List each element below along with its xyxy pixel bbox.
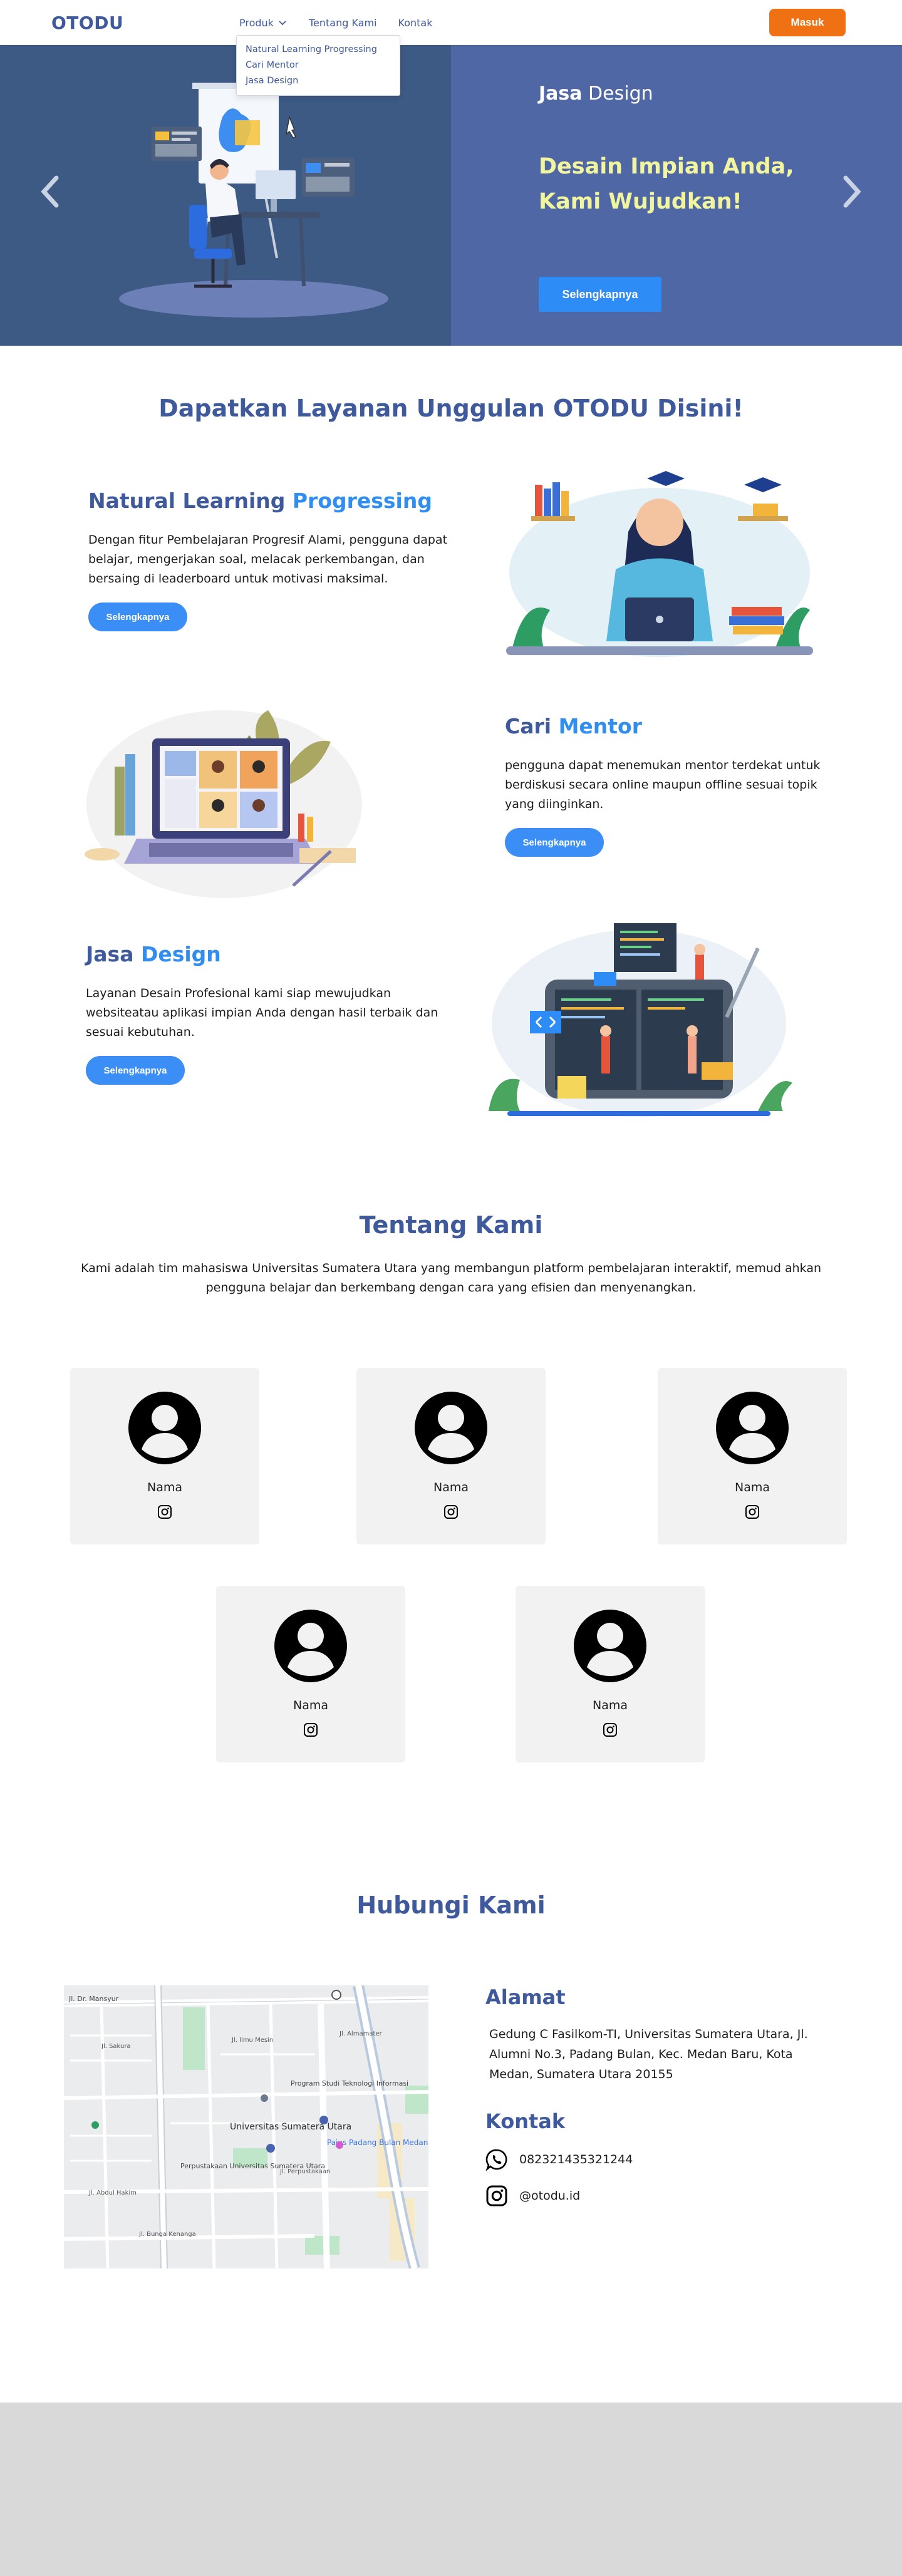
- arrow-left-icon[interactable]: [38, 173, 63, 210]
- avatar-icon: [274, 1610, 347, 1682]
- hero-tag-rest: Design: [582, 83, 653, 105]
- service-nlp-text: Natural Learning Progressing Dengan fitu…: [88, 489, 464, 631]
- hero-tag: Jasa Design: [539, 83, 653, 105]
- team-name: Nama: [293, 1699, 328, 1712]
- hero-text-panel: Jasa Design Desain Impian Anda, Kami Wuj…: [451, 45, 902, 346]
- avatar-icon: [716, 1392, 789, 1464]
- contact-heading: Kontak: [485, 2109, 566, 2133]
- phone-row[interactable]: 082321435321244: [485, 2148, 836, 2171]
- arrow-right-icon[interactable]: [839, 173, 864, 210]
- location-map[interactable]: Jl. Dr. Mansyur Program Studi Teknologi …: [64, 1985, 428, 2268]
- service-jasa-design-heading: Jasa Design: [86, 942, 449, 966]
- address-text: Gedung C Fasilkom-TI, Universitas Sumate…: [489, 2027, 808, 2081]
- service-cari-mentor-heading-2: Mentor: [558, 714, 642, 738]
- map-label: Jl. Perpustakaan: [279, 2168, 330, 2175]
- hero-title: Desain Impian Anda, Kami Wujudkan!: [539, 154, 794, 214]
- dropdown-item-jasa-design[interactable]: Jasa Design: [246, 73, 391, 89]
- footer: [0, 2403, 902, 2576]
- hero-more-button[interactable]: Selengkapnya: [539, 277, 661, 312]
- instagram-handle: @otodu.id: [519, 2189, 581, 2203]
- team-card: Nama: [70, 1368, 259, 1544]
- avatar-icon: [415, 1392, 487, 1464]
- team-name: Nama: [734, 1481, 770, 1494]
- contact-title: Hubungi Kami: [356, 1891, 546, 1919]
- avatar-icon: [574, 1610, 646, 1682]
- map-label: Jl. Bunga Kenanga: [138, 2231, 196, 2238]
- phone-number: 082321435321244: [519, 2153, 633, 2166]
- service-jasa-design-heading-1: Jasa: [86, 942, 141, 966]
- service-nlp-desc: Dengan fitur Pembelajaran Progresif Alam…: [88, 533, 448, 586]
- team-name: Nama: [592, 1699, 628, 1712]
- service-cari-mentor-heading: Cari Mentor: [505, 714, 831, 738]
- video-call-illustration: [85, 710, 362, 898]
- service-cari-mentor: Cari Mentor pengguna dapat menemukan men…: [0, 685, 902, 923]
- map-label: Program Studi Teknologi Informasi: [291, 2079, 408, 2087]
- instagram-icon[interactable]: [745, 1504, 760, 1519]
- map-label: Jl. Almamater: [339, 2030, 383, 2037]
- service-jasa-design-desc: Layanan Desain Profesional kami siap mew…: [86, 986, 438, 1039]
- service-cari-mentor-desc: pengguna dapat menemukan mentor terdekat…: [505, 758, 821, 811]
- team-name: Nama: [147, 1481, 182, 1494]
- service-nlp-heading-1: Natural Learning: [88, 489, 293, 513]
- team-card: Nama: [356, 1368, 546, 1544]
- hero-carousel: Jasa Design Desain Impian Anda, Kami Wuj…: [0, 45, 902, 346]
- service-jasa-design-text: Jasa Design Layanan Desain Profesional k…: [86, 942, 449, 1085]
- services-title: Dapatkan Layanan Unggulan OTODU Disini!: [158, 395, 744, 422]
- map-label: Jl. Ilmu Mesin: [231, 2037, 273, 2044]
- nav-produk[interactable]: Produk: [239, 17, 288, 29]
- designer-illustration: [119, 83, 388, 318]
- whatsapp-icon: [485, 2149, 507, 2171]
- nav-tentang-kami[interactable]: Tentang Kami: [309, 17, 377, 29]
- hero-tag-bold: Jasa: [539, 83, 583, 105]
- map-label: Universitas Sumatera Utara: [230, 2122, 351, 2132]
- nav-produk-label: Produk: [239, 16, 274, 29]
- about-title: Tentang Kami: [359, 1211, 543, 1239]
- nav-kontak[interactable]: Kontak: [398, 17, 433, 29]
- team-name: Nama: [433, 1481, 469, 1494]
- student-laptop-illustration: [506, 471, 813, 657]
- service-nlp-heading: Natural Learning Progressing: [88, 489, 464, 513]
- produk-dropdown: Natural Learning Progressing Cari Mentor…: [236, 35, 400, 96]
- service-jasa-design: Jasa Design Layanan Desain Profesional k…: [0, 923, 902, 1161]
- service-cari-mentor-text: Cari Mentor pengguna dapat menemukan men…: [505, 714, 831, 857]
- service-jasa-design-button[interactable]: Selengkapnya: [86, 1056, 185, 1085]
- team-card: Nama: [216, 1586, 405, 1762]
- map-canvas: Jl. Dr. Mansyur Program Studi Teknologi …: [64, 1985, 428, 2268]
- dropdown-item-nlp[interactable]: Natural Learning Progressing: [246, 42, 391, 58]
- map-label: Jl. Abdul Hakim: [88, 2190, 137, 2196]
- avatar-icon: [128, 1392, 201, 1464]
- address-heading: Alamat: [485, 1985, 566, 2009]
- login-button[interactable]: Masuk: [769, 9, 846, 36]
- instagram-icon[interactable]: [303, 1722, 318, 1737]
- instagram-row[interactable]: @otodu.id: [485, 2185, 836, 2207]
- dropdown-item-cari-mentor[interactable]: Cari Mentor: [246, 58, 391, 73]
- logo[interactable]: OTODU: [51, 13, 123, 33]
- about-section: Tentang Kami Kami adalah tim mahasiswa U…: [0, 1211, 902, 1838]
- service-cari-mentor-heading-1: Cari: [505, 714, 559, 738]
- instagram-icon: [486, 2185, 507, 2206]
- service-nlp-button[interactable]: Selengkapnya: [88, 603, 187, 631]
- chevron-down-icon: [279, 21, 286, 26]
- web-dev-illustration: [489, 923, 792, 1117]
- service-jasa-design-heading-2: Design: [140, 942, 221, 966]
- contact-info: Alamat Gedung C Fasilkom-TI, Universitas…: [485, 1985, 836, 2207]
- navbar: OTODU Produk Tentang Kami Kontak Natural…: [0, 0, 902, 96]
- service-nlp: Natural Learning Progressing Dengan fitu…: [0, 460, 902, 685]
- about-desc: Kami adalah tim mahasiswa Universitas Su…: [80, 1261, 822, 1295]
- instagram-icon[interactable]: [603, 1722, 618, 1737]
- map-label: Jl. Dr. Mansyur: [68, 1995, 119, 2003]
- map-label: Jl. Sakura: [101, 2043, 131, 2050]
- instagram-icon[interactable]: [443, 1504, 459, 1519]
- service-nlp-heading-2: Progressing: [292, 489, 432, 513]
- team-card: Nama: [658, 1368, 847, 1544]
- service-cari-mentor-button[interactable]: Selengkapnya: [505, 828, 604, 857]
- team-card: Nama: [516, 1586, 705, 1762]
- instagram-icon[interactable]: [157, 1504, 172, 1519]
